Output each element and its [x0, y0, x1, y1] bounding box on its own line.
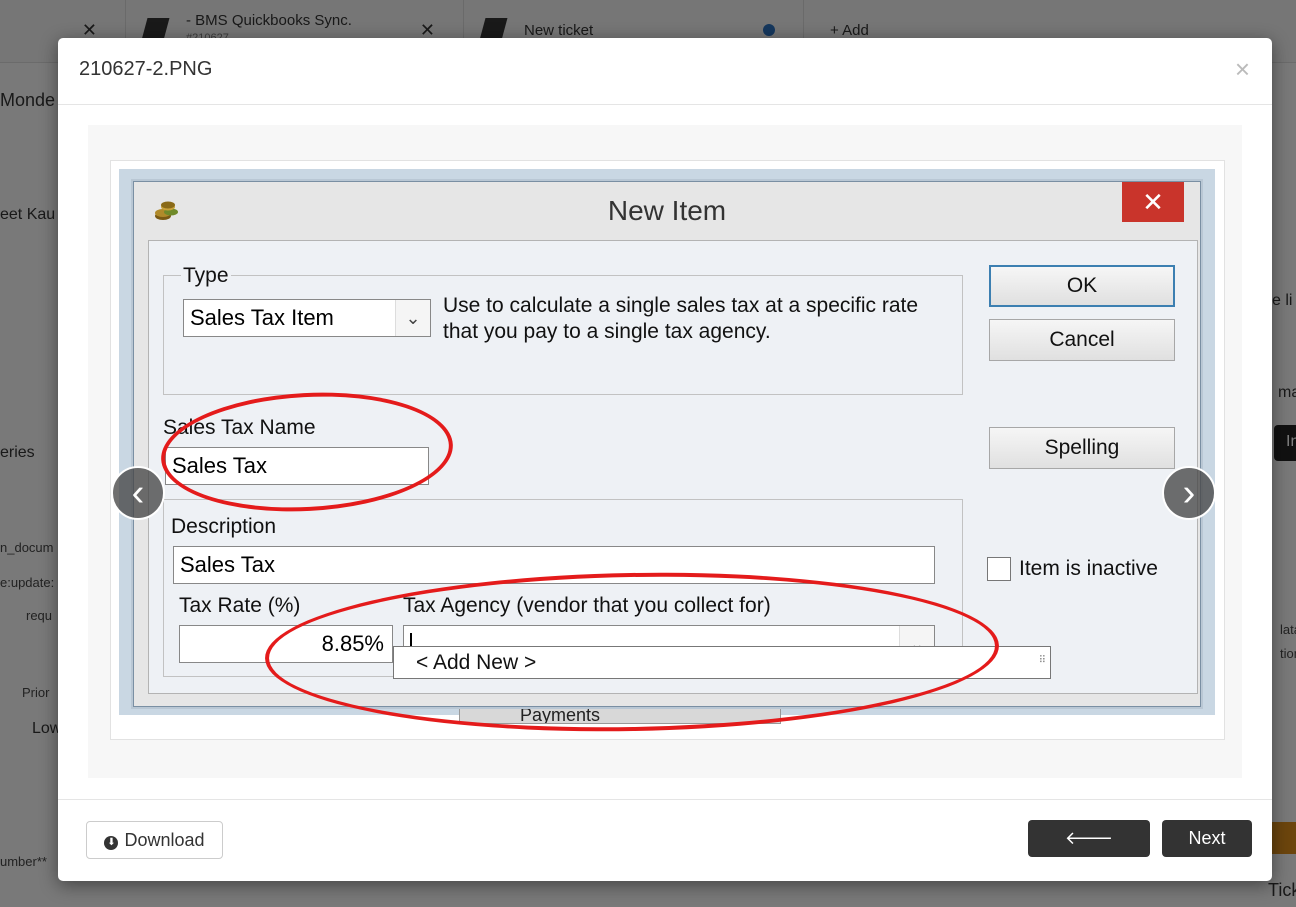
- type-description-line2: that you pay to a single tax agency.: [443, 320, 771, 343]
- next-label: Next: [1188, 828, 1226, 848]
- cancel-button[interactable]: Cancel: [989, 319, 1175, 361]
- next-image-arrow[interactable]: ›: [1162, 466, 1216, 520]
- previous-label: Previous: [1053, 865, 1125, 881]
- next-button[interactable]: Next 🡒: [1162, 820, 1252, 881]
- type-select-value: Sales Tax Item: [190, 305, 334, 330]
- window-close-button[interactable]: ✕: [1122, 182, 1184, 222]
- spelling-button[interactable]: Spelling: [989, 427, 1175, 469]
- attachment-image: Payments New Item ✕ Type Sales Tax Item …: [110, 160, 1225, 740]
- item-inactive-checkbox[interactable]: [987, 557, 1011, 581]
- resize-grip-icon[interactable]: ⠿: [1039, 645, 1046, 676]
- item-inactive-label: Item is inactive: [1019, 557, 1158, 580]
- close-icon[interactable]: ×: [1235, 54, 1250, 85]
- window-title: New Item: [607, 195, 727, 226]
- description-label: Description: [171, 515, 277, 538]
- download-button[interactable]: ⬇ Download: [86, 821, 223, 859]
- modal-header: 210627-2.PNG ×: [58, 38, 1272, 105]
- ok-button[interactable]: OK: [989, 265, 1175, 307]
- type-label: Type: [181, 264, 231, 288]
- arrow-right-icon: 🡒: [1182, 865, 1232, 881]
- coins-icon: [154, 198, 180, 224]
- previous-image-arrow[interactable]: ‹: [111, 466, 165, 520]
- arrow-left-icon: 🡐: [1064, 828, 1114, 848]
- description-value: Sales Tax: [180, 552, 275, 577]
- download-label: Download: [124, 830, 205, 850]
- type-select[interactable]: Sales Tax Item ⌄: [183, 299, 431, 337]
- image-preview-modal: 210627-2.PNG × Payments New Item ✕ Type …: [58, 38, 1272, 881]
- download-icon: ⬇: [104, 836, 119, 850]
- chevron-down-icon[interactable]: ⌄: [395, 300, 430, 336]
- type-description-line1: Use to calculate a single sales tax at a…: [443, 294, 919, 317]
- previous-button[interactable]: 🡐 Previous: [1028, 820, 1150, 881]
- tax-rate-label: Tax Rate (%): [179, 594, 301, 617]
- modal-title: 210627-2.PNG: [79, 58, 213, 80]
- modal-body: Payments New Item ✕ Type Sales Tax Item …: [88, 125, 1242, 778]
- modal-footer: ⬇ Download 🡐 Previous Next 🡒: [58, 799, 1272, 881]
